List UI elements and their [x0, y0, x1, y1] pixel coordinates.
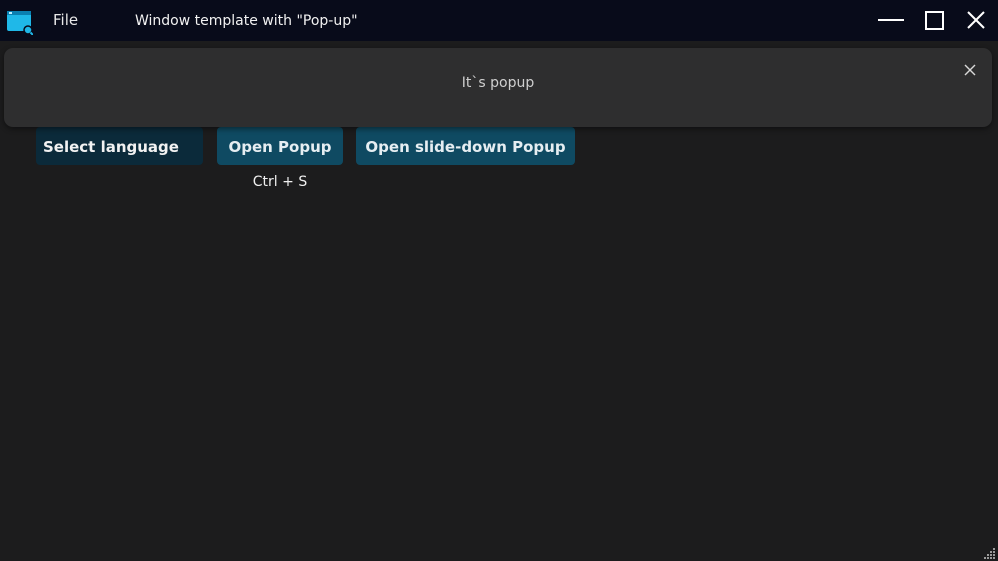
- shortcut-hint: Ctrl + S: [252, 174, 308, 190]
- popup-close-icon[interactable]: [963, 62, 977, 76]
- popup-message: It`s popup: [461, 75, 535, 91]
- resize-grip-icon[interactable]: [982, 545, 996, 559]
- open-popup-button[interactable]: Open Popup: [217, 127, 343, 165]
- minimize-icon[interactable]: [878, 8, 906, 34]
- close-icon[interactable]: [963, 8, 989, 34]
- language-select[interactable]: Select language: [36, 127, 203, 165]
- open-slide-down-popup-button[interactable]: Open slide-down Popup: [356, 127, 575, 165]
- app-window-icon: [7, 9, 34, 36]
- title-bar: File Window template with "Pop-up": [0, 0, 998, 41]
- window-title: Window template with "Pop-up": [135, 13, 358, 29]
- menu-file[interactable]: File: [53, 10, 78, 30]
- app-window: File Window template with "Pop-up" Selec…: [0, 0, 998, 561]
- maximize-icon[interactable]: [922, 8, 948, 34]
- popup-notification: It`s popup: [4, 48, 992, 127]
